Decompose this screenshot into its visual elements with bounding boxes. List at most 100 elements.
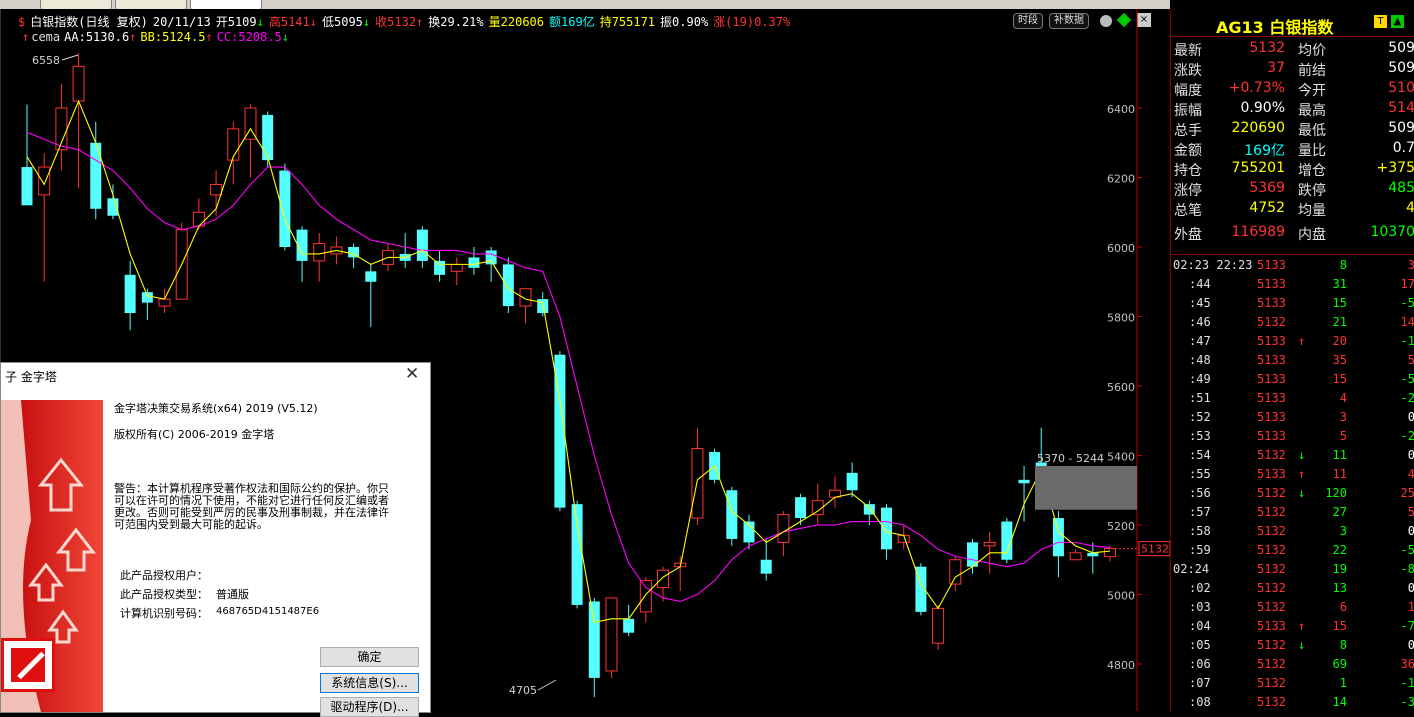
tick-row[interactable]: :59 5132 22 -5 [1171, 543, 1414, 562]
tick-time: 02:23 22:23 [1173, 258, 1253, 272]
quote-label: 涨跌 [1174, 63, 1202, 79]
tick-row[interactable]: :44 5133 31 17 [1171, 277, 1414, 296]
low-leader-line [537, 679, 557, 691]
candle-body-down [434, 260, 446, 275]
candle-body-up [639, 580, 652, 613]
tick-volume: 21 [1332, 315, 1347, 329]
tick-price: 5133 [1257, 410, 1286, 424]
tick-arrow-icon: ↑ [1298, 334, 1306, 348]
candle-body-down [124, 274, 136, 314]
tick-price: 5133 [1257, 277, 1286, 291]
candle-body-down [760, 559, 772, 574]
tick-row[interactable]: :57 5132 27 5 [1171, 505, 1414, 524]
quote-value: +0.73% [1228, 80, 1285, 96]
y-tick-label: 5600 [1107, 381, 1135, 394]
tick-row[interactable]: :05 5132 ↓ 8 0 [1171, 638, 1414, 657]
candle-body-up [72, 65, 85, 102]
candle-body-up [313, 243, 326, 262]
y-tick-label: 5000 [1107, 590, 1135, 603]
quote-value: 0.90% [1240, 100, 1285, 116]
tick-delta: 14 [1400, 315, 1414, 329]
trade-badge-icon[interactable]: T [1374, 15, 1387, 28]
tick-row[interactable]: :48 5133 35 5 [1171, 353, 1414, 372]
tick-row[interactable]: :53 5133 5 -2 [1171, 429, 1414, 448]
low-label: 4705 [509, 684, 537, 697]
tick-volume: 19 [1332, 562, 1347, 576]
quote-label-2: 最高 [1298, 103, 1326, 119]
quote-label: 外盘 [1174, 227, 1202, 243]
tick-row[interactable]: :45 5133 15 -5 [1171, 296, 1414, 315]
tick-delta: -2 [1400, 429, 1414, 443]
tick-delta: 0 [1407, 410, 1414, 424]
tick-price: 5132 [1257, 524, 1286, 538]
quote-value: 755201 [1231, 160, 1285, 176]
system-info-button[interactable]: 系统信息(S)... [320, 673, 419, 693]
quote-row: 涨跌 37 前结 509 [1171, 60, 1414, 80]
quote-value-2: 514 [1388, 100, 1414, 116]
tick-volume: 4 [1339, 391, 1347, 405]
tick-time: :59 [1189, 543, 1211, 557]
dialog-title: 子 金字塔 [5, 370, 57, 384]
candle-body-down [881, 507, 893, 550]
tick-row[interactable]: :04 5133 ↑ 15 -7 [1171, 619, 1414, 638]
quote-value: 4752 [1249, 200, 1285, 216]
tick-price: 5132 [1257, 638, 1286, 652]
quote-row: 外盘 116989 内盘 10370 [1171, 224, 1414, 244]
tick-volume: 3 [1339, 524, 1347, 538]
tick-price: 5132 [1257, 657, 1286, 671]
tick-row[interactable]: :54 5132 ↓ 11 0 [1171, 448, 1414, 467]
last-price-label: 5132 [1141, 543, 1169, 556]
candle-body-up [158, 298, 171, 307]
tick-row[interactable]: :49 5133 15 -5 [1171, 372, 1414, 391]
quote-row: 总手 220690 最低 509 [1171, 120, 1414, 140]
product-logo-icon [1, 638, 55, 692]
tick-price: 5132 [1257, 600, 1286, 614]
tick-volume: 120 [1325, 486, 1347, 500]
tick-row[interactable]: 02:23 22:23 5133 8 3 [1171, 258, 1414, 277]
tick-price: 5132 [1257, 448, 1286, 462]
candle-body-down [141, 292, 153, 303]
tick-row[interactable]: :55 5133 ↑ 11 4 [1171, 467, 1414, 486]
tick-row[interactable]: :52 5133 3 0 [1171, 410, 1414, 429]
tick-row[interactable]: :46 5132 21 14 [1171, 315, 1414, 334]
tick-row[interactable]: :56 5132 ↓ 120 25 [1171, 486, 1414, 505]
candle-body-down [1018, 479, 1030, 484]
candle-body-down [537, 299, 549, 314]
tick-time: :45 [1189, 296, 1211, 310]
tick-row[interactable]: :51 5133 4 -2 [1171, 391, 1414, 410]
tick-time: :44 [1189, 277, 1211, 291]
tick-time: :58 [1189, 524, 1211, 538]
tick-delta: -2 [1400, 391, 1414, 405]
tick-delta: 36 [1400, 657, 1414, 671]
candle-body-down [262, 114, 274, 161]
tick-row[interactable]: :06 5132 69 36 [1171, 657, 1414, 676]
candle-body-down [468, 257, 480, 268]
tick-time: :48 [1189, 353, 1211, 367]
tick-row[interactable]: :58 5132 3 0 [1171, 524, 1414, 543]
machine-id-value: 468765D4151487E6 [216, 606, 320, 617]
tick-row[interactable]: :02 5132 13 0 [1171, 581, 1414, 600]
tick-volume: 15 [1332, 619, 1347, 633]
quote-label: 持仓 [1174, 163, 1202, 179]
tick-time: :04 [1189, 619, 1211, 633]
tick-volume: 15 [1332, 372, 1347, 386]
candle-body-down [588, 601, 600, 678]
tick-arrow-icon: ↓ [1298, 638, 1306, 652]
tick-row[interactable]: :03 5132 6 1 [1171, 600, 1414, 619]
tick-row[interactable]: 02:24 5132 19 -8 [1171, 562, 1414, 581]
tick-price: 5132 [1257, 505, 1286, 519]
up-triangle-icon[interactable]: ▲ [1391, 15, 1404, 28]
quote-value-2: 10370 [1370, 224, 1414, 240]
driver-button[interactable]: 驱动程序(D)... [320, 697, 419, 717]
tick-row[interactable]: :08 5132 14 -3 [1171, 695, 1414, 714]
quote-label: 总笔 [1174, 203, 1202, 219]
tick-row[interactable]: :07 5132 1 -1 [1171, 676, 1414, 695]
tick-delta: 4 [1407, 467, 1414, 481]
tick-delta: 0 [1407, 448, 1414, 462]
tick-time: :53 [1189, 429, 1211, 443]
license-user-label: 此产品授权用户： [120, 569, 208, 582]
close-icon[interactable]: ✕ [405, 364, 419, 384]
tick-row[interactable]: :47 5133 ↑ 20 -1 [1171, 334, 1414, 353]
ok-button[interactable]: 确定 [320, 647, 419, 667]
tick-volume: 20 [1332, 334, 1347, 348]
